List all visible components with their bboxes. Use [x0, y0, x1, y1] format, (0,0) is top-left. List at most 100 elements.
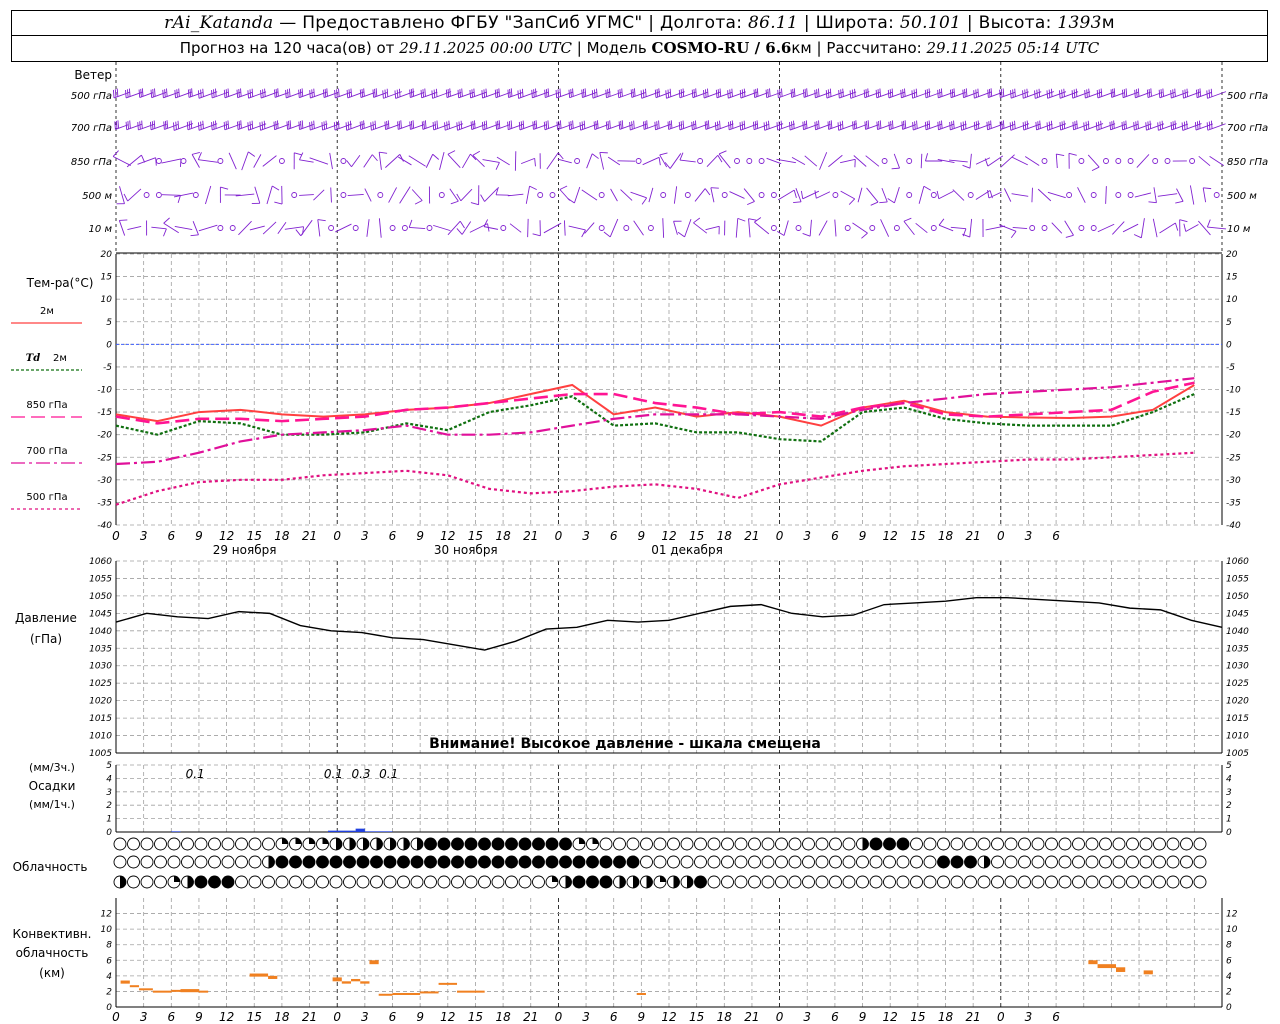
- wind-barb-feather: [680, 121, 683, 130]
- wind-barb-feather: [607, 120, 610, 129]
- cloud-symbol: [761, 855, 775, 869]
- wind-barb-feather: [621, 88, 623, 97]
- wind-barb-feather: [939, 89, 941, 98]
- wind-barb-feather: [986, 121, 988, 130]
- wind-barb: [119, 186, 125, 204]
- wind-barb-feather: [457, 89, 460, 98]
- wind-calm-marker: [623, 225, 630, 231]
- wind-barb: [1011, 156, 1028, 166]
- wind-barb-feather: [175, 121, 177, 130]
- wind-barb: [880, 219, 890, 237]
- legend-label: 500 гПа: [26, 492, 67, 503]
- wind-barb-feather: [202, 88, 204, 97]
- wind-barb-feather: [275, 121, 277, 130]
- conv-segment: [1143, 970, 1153, 975]
- cloud-symbol: [721, 837, 734, 851]
- cloud-symbol: [721, 875, 734, 889]
- temp-xtick: 6: [389, 529, 397, 543]
- wind-barb-feather: [768, 120, 770, 129]
- wind-barb-feather: [545, 121, 548, 130]
- conv-xtick: 3: [803, 1010, 811, 1024]
- wind-barb-feather: [802, 121, 804, 130]
- wind-barb-feather: [642, 121, 645, 130]
- wind-barb-feather: [517, 90, 519, 99]
- conv-xtick: 12: [661, 1010, 676, 1024]
- pressure-ytick-right: 1045: [1226, 609, 1249, 619]
- wind-barb-feather: [827, 89, 830, 98]
- cloud-symbol: [194, 837, 208, 851]
- wind-barb-feather: [717, 121, 719, 130]
- wind-barb-feather: [190, 120, 193, 129]
- wind-barb-feather: [595, 120, 597, 129]
- wind-barb-feather: [941, 120, 943, 129]
- wind-barb-feather: [361, 88, 364, 97]
- wind-barb: [527, 218, 529, 238]
- wind-barb-feather: [705, 89, 707, 98]
- wind-barb-feather: [286, 121, 289, 130]
- wind-barb-feather: [313, 88, 315, 97]
- wind-barb-feather: [140, 88, 142, 97]
- wind-barb-feather: [472, 120, 474, 129]
- wind-barb-feather: [359, 121, 362, 130]
- wind-barb-feather: [481, 121, 484, 130]
- temp-xtick: 3: [803, 529, 811, 543]
- cloud-symbol: [397, 875, 410, 889]
- wind-calm-marker: [1115, 158, 1122, 164]
- wind-barb-feather: [656, 121, 658, 130]
- wind-barb-feather: [123, 193, 129, 202]
- wind-barb-feather: [547, 88, 550, 97]
- cloud-symbol-fill: [613, 856, 626, 868]
- temp-xtick: 0: [112, 529, 120, 543]
- wind-barb-feather: [400, 120, 402, 129]
- cloud-symbol: [707, 837, 721, 851]
- wind-barb-feather: [1001, 120, 1003, 129]
- wind-calm-marker: [770, 225, 777, 231]
- cloud-symbol: [140, 837, 154, 851]
- wind-barb-feather: [804, 88, 807, 97]
- cloud-symbol-fill: [438, 838, 450, 850]
- conv-segment: [457, 990, 485, 993]
- wind-barb-feather: [127, 121, 129, 130]
- wind-barb-feather: [767, 88, 769, 98]
- wind-barb-feather: [137, 121, 139, 131]
- temp-xtick: 0: [776, 529, 784, 543]
- wind-barb-feather: [119, 219, 128, 221]
- wind-barb-feather: [1179, 219, 1188, 223]
- wind-barb-feather: [865, 89, 868, 98]
- wind-barb-feather: [640, 90, 643, 99]
- cloud-symbol: [1085, 837, 1099, 851]
- temp-ytick-left: 0: [106, 340, 112, 350]
- wind-barb-feather: [1203, 187, 1212, 190]
- wind-barb-feather: [568, 89, 571, 98]
- cloud-symbol-half: [619, 876, 626, 888]
- wind-barb-feather: [778, 121, 781, 130]
- wind-barb-feather: [510, 88, 513, 97]
- wind-barb-feather: [669, 120, 671, 129]
- cloud-symbol-fill: [600, 856, 612, 868]
- wind-barb: [648, 187, 654, 203]
- wind-barb: [642, 156, 660, 166]
- precip-title: Осадки: [29, 779, 76, 793]
- wind-barb-feather: [347, 121, 350, 130]
- wind-barb: [174, 226, 193, 230]
- wind-barb-feather: [1022, 90, 1024, 99]
- wind-calm-marker: [426, 225, 433, 231]
- cloud-symbol: [910, 837, 923, 851]
- conv-xtick: 0: [112, 1010, 120, 1024]
- wind-barb: [205, 185, 212, 205]
- precip-ytick-right: 2: [1226, 801, 1232, 811]
- wind-calm-marker: [758, 158, 765, 164]
- precip-annotation: 0.1: [324, 767, 343, 781]
- wind-barb: [1134, 192, 1152, 198]
- wind-barb-feather: [1148, 88, 1151, 98]
- wind-barb: [938, 91, 955, 99]
- wind-barb-feather: [421, 121, 424, 130]
- wind-barb-feather: [139, 121, 141, 130]
- wind-calm-marker: [340, 192, 347, 198]
- wind-barb-feather: [211, 89, 213, 99]
- wind-barb-feather: [669, 88, 672, 97]
- wind-calm-marker: [180, 158, 187, 164]
- cloud-symbol: [815, 875, 829, 889]
- wind-barb-feather: [1137, 88, 1140, 97]
- cloud-symbol: [194, 855, 208, 869]
